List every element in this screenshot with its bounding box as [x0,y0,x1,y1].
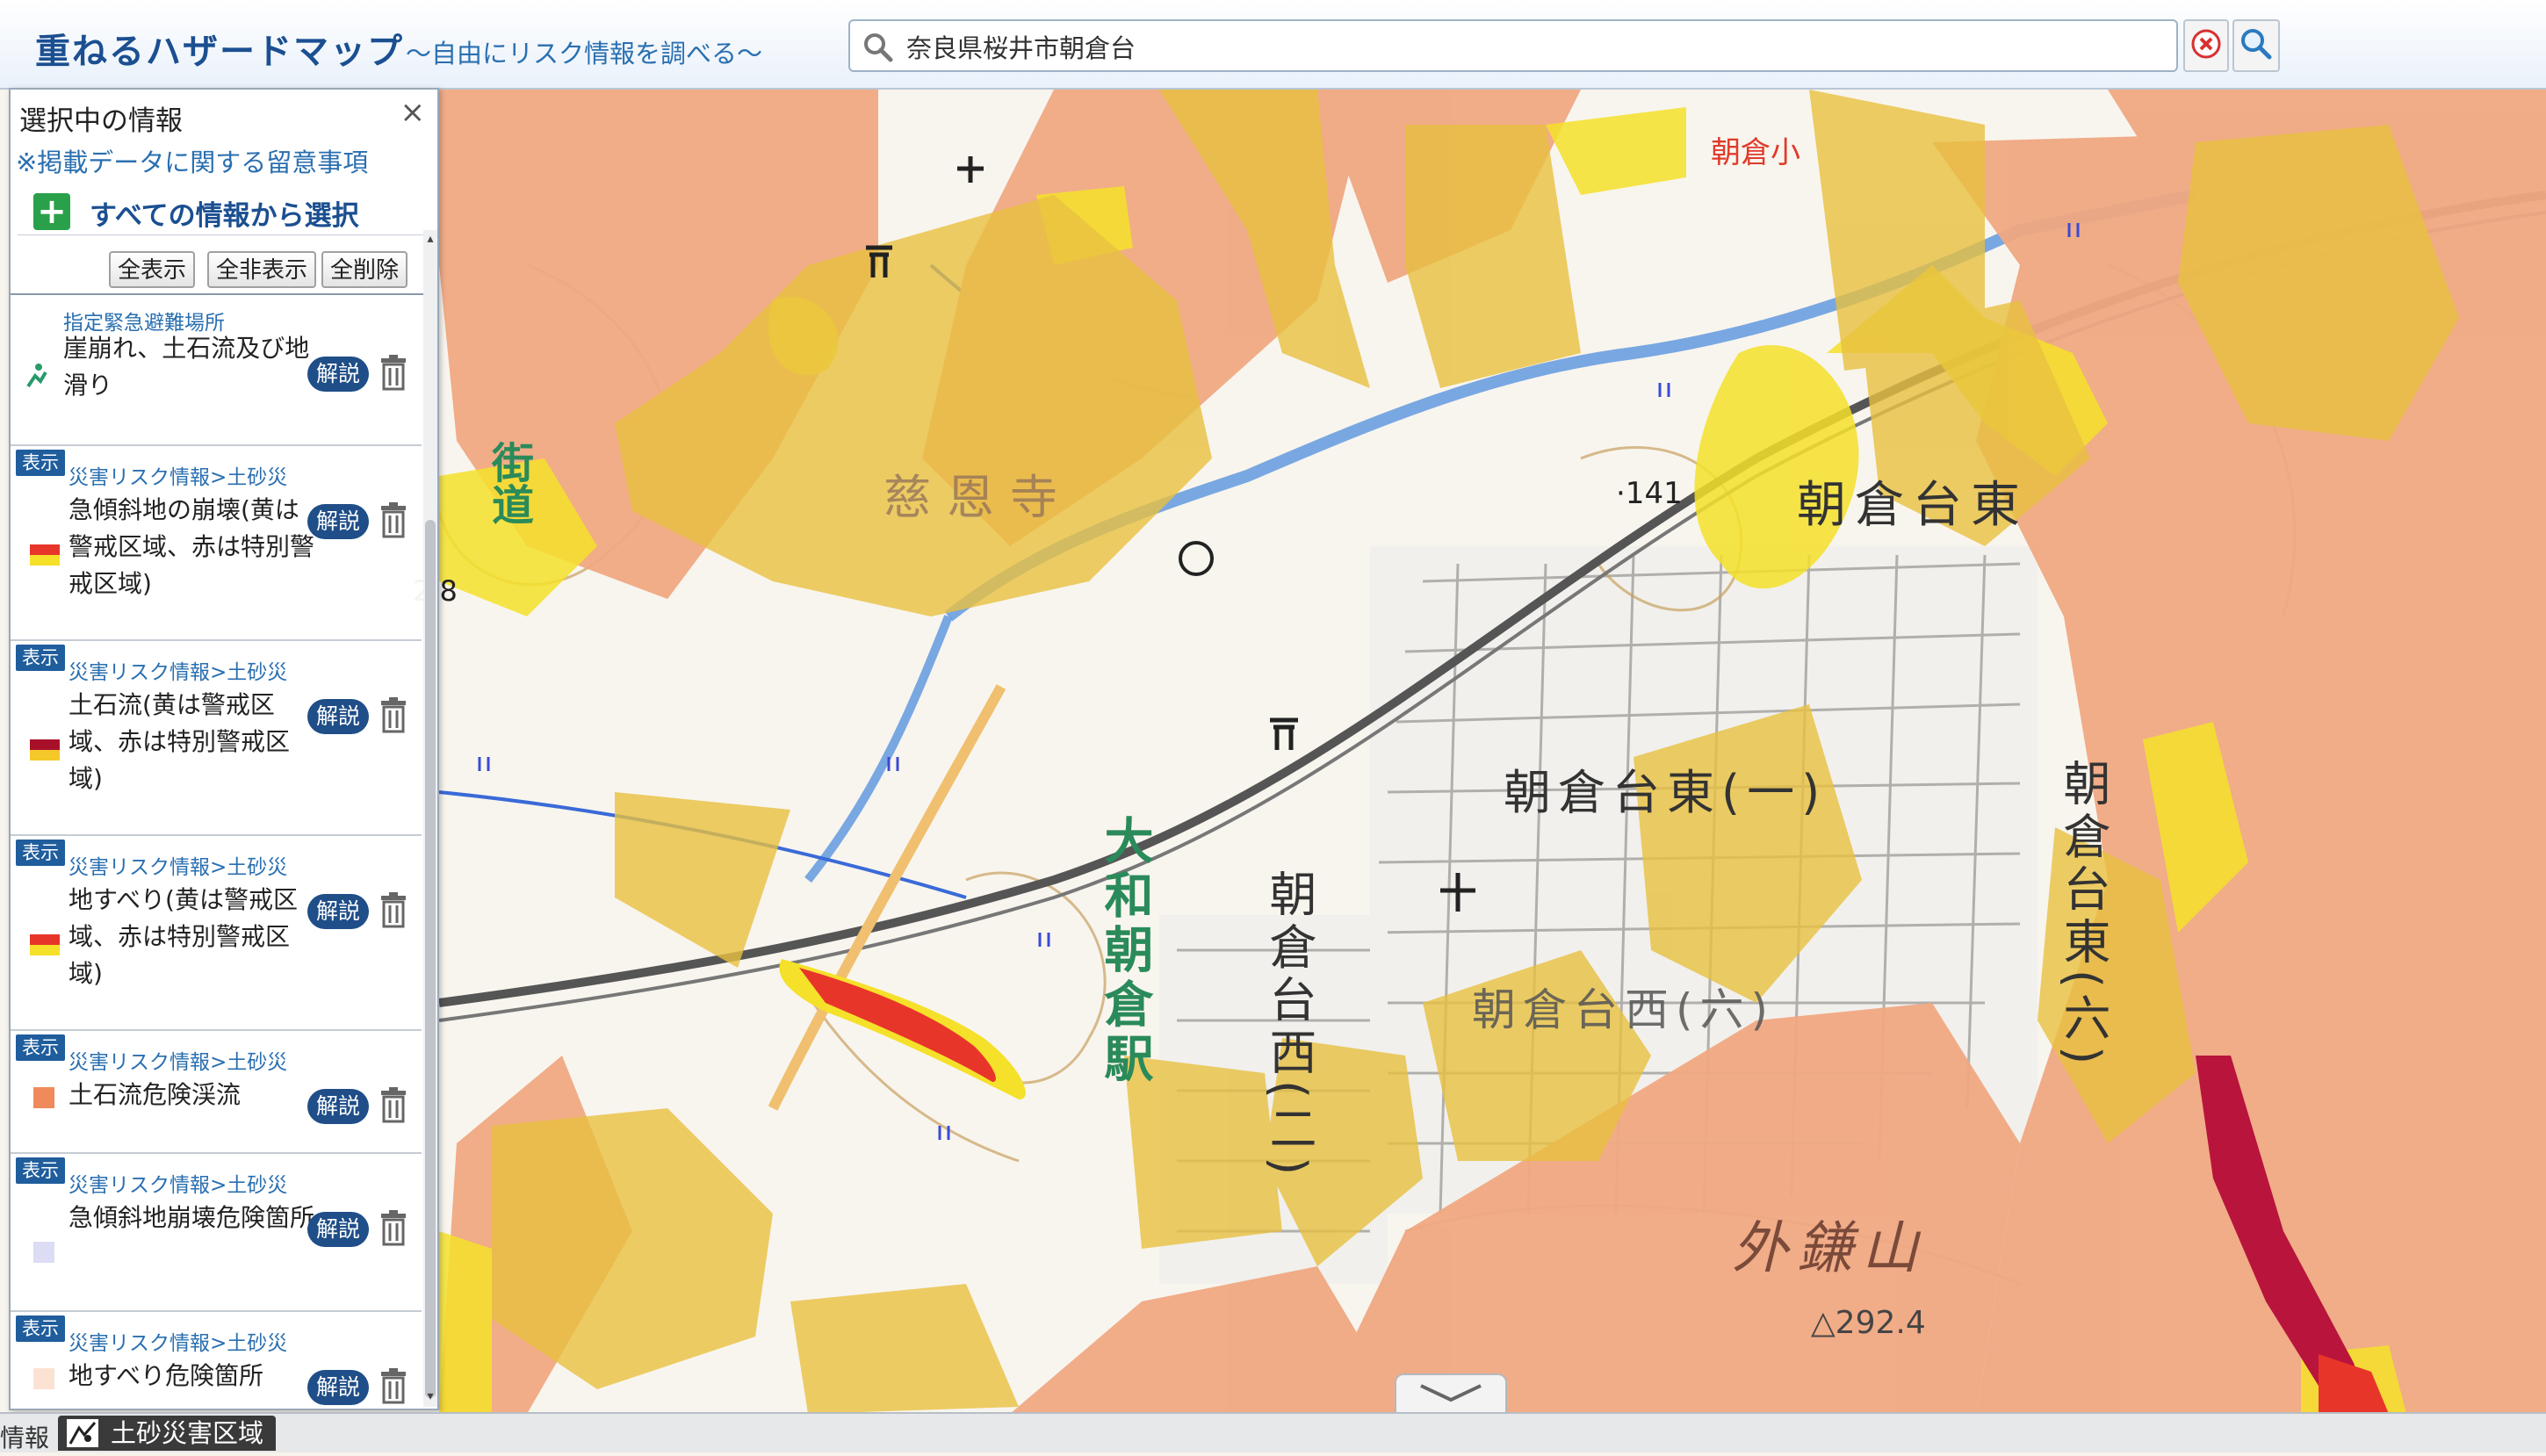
layer-category: 災害リスク情報>土砂災 [69,1332,288,1355]
trash-icon[interactable] [376,696,411,734]
panel-close-button[interactable]: × [400,95,426,130]
orange-legend [33,1087,54,1108]
explain-button[interactable]: 解説 [307,894,369,929]
map-label-temple: 慈恩寺 [884,470,1073,525]
display-badge[interactable]: 表示 [16,1315,65,1342]
display-badge[interactable]: 表示 [16,645,65,671]
layer-category: 災害リスク情報>土砂災 [69,1051,288,1074]
layer-item-steep-slope[interactable]: 表示 災害リスク情報>土砂災 急傾斜地の崩壊(黄は警戒区域、赤は特別警戒区域) … [11,446,422,641]
layer-item-debris-stream[interactable]: 表示 災害リスク情報>土砂災 土石流危険渓流 解説 [11,1031,422,1154]
scroll-thumb[interactable] [425,520,436,1398]
map-label-school: 朝倉小 [1711,135,1800,170]
collapse-handle[interactable] [1395,1373,1507,1414]
clear-icon [2191,29,2221,62]
scroll-down-icon[interactable]: ▾ [425,1389,436,1403]
trash-icon[interactable] [376,1366,411,1405]
map-label-road: 街道 [484,441,533,525]
panel-title: 選択中の情報 [19,105,183,137]
layer-category: 災害リスク情報>土砂災 [69,661,288,684]
display-badge[interactable]: 表示 [16,1157,65,1184]
selected-info-panel: 選択中の情報 × ※掲載データに関する留意事項 + すべての情報から選択 全表示… [9,88,439,1410]
yellow-red-legend [30,544,60,566]
explain-button[interactable]: 解説 [307,504,369,539]
layer-item-landslide[interactable]: 表示 災害リスク情報>土砂災 地すべり(黄は警戒区域、赤は特別警戒区域) 解説 [11,836,422,1031]
layer-name: 地すべり危険箇所 [69,1361,264,1390]
select-all-info-button[interactable]: + すべての情報から選択 [18,184,423,235]
layer-name: 土石流(黄は警戒区域、赤は特別警戒区域) [69,690,291,793]
search-button[interactable] [2232,19,2280,72]
display-badge[interactable]: 表示 [16,450,65,476]
divider [11,293,437,295]
delete-all-button[interactable]: 全削除 [321,251,408,288]
bottom-bar: 情報 土砂災害区域 [0,1412,2546,1452]
map-label-elevation-292: △292.4 [1811,1305,1926,1341]
show-all-button[interactable]: 全表示 [109,251,196,288]
layer-name: 急傾斜地崩壊危険箇所 [69,1203,315,1232]
layer-category: 災害リスク情報>土砂災 [69,466,288,489]
trash-icon[interactable] [376,890,411,929]
peach-legend [33,1368,54,1389]
display-badge[interactable]: 表示 [16,840,65,866]
trash-icon[interactable] [376,1208,411,1247]
map-label-west-2: 朝倉台西(二) [1261,869,1316,1181]
trash-icon[interactable] [376,1085,411,1124]
trash-icon[interactable] [376,353,411,392]
explain-button[interactable]: 解説 [307,699,369,734]
layer-name: 崖崩れ、土石流及び地滑り [63,334,310,400]
map-label-station: 大和朝倉駅 [1096,815,1153,1087]
panel-scrollbar[interactable]: ▴ ▾ [423,230,437,1407]
search-box[interactable] [848,19,2178,72]
explain-button[interactable]: 解説 [307,1212,369,1247]
explain-button[interactable]: 解説 [307,357,369,392]
app-header: 重ねるハザードマップ 〜自由にリスク情報を調べる〜 [0,0,2546,90]
hide-all-button[interactable]: 全非表示 [207,251,317,288]
plus-icon: + [33,193,70,230]
map-label-east-6: 朝倉台東(六) [2055,759,2110,1070]
scroll-up-icon[interactable]: ▴ [425,232,436,246]
layer-item-shelter[interactable]: 指定緊急避難場所 崖崩れ、土石流及び地滑り 解説 [11,297,422,446]
search-icon [2239,27,2273,64]
map-label-east-town: 朝倉台東 [1797,477,2029,534]
tab-sediment-disaster[interactable]: 土砂災害区域 [58,1416,277,1451]
search-icon [862,32,894,67]
display-badge[interactable]: 表示 [16,1034,65,1061]
yellow-red-legend [30,739,60,760]
search-input[interactable] [905,26,2138,67]
chevron-down-icon [1416,1380,1486,1409]
shelter-icon [23,360,53,388]
app-title: 重ねるハザードマップ [35,32,404,72]
layer-name: 土石流危険渓流 [69,1080,242,1109]
layer-list: 指定緊急避難場所 崖崩れ、土石流及び地滑り 解説 表示 災害リスク情報>土砂災 … [11,297,422,1405]
explain-button[interactable]: 解説 [307,1089,369,1124]
app-subtitle: 〜自由にリスク情報を調べる〜 [406,39,763,68]
layer-name: 地すべり(黄は警戒区域、赤は特別警戒区域) [69,885,298,988]
explain-button[interactable]: 解説 [307,1370,369,1405]
lavender-legend [33,1242,54,1263]
layer-item-steep-collapse[interactable]: 表示 災害リスク情報>土砂災 急傾斜地崩壊危険箇所 解説 [11,1154,422,1312]
layer-name: 急傾斜地の崩壊(黄は警戒区域、赤は特別警戒区域) [69,495,315,598]
tab-info[interactable]: 情報 [0,1419,49,1454]
layer-item-debris-flow[interactable]: 表示 災害リスク情報>土砂災 土石流(黄は警戒区域、赤は特別警戒区域) 解説 [11,641,422,836]
map-label-east-1: 朝倉台東(一) [1504,765,1828,820]
yellow-red-legend [30,934,60,955]
layer-item-landslide-spot[interactable]: 表示 災害リスク情報>土砂災 地すべり危険箇所 解説 [11,1312,422,1405]
clear-search-button[interactable] [2183,19,2229,72]
map-label-west-6: 朝倉台西(六) [1472,984,1776,1035]
tab-sediment-label: 土砂災害区域 [111,1418,264,1448]
trash-icon[interactable] [376,501,411,539]
data-notice-link[interactable]: ※掲載データに関する留意事項 [16,142,368,179]
map-label-mountain: 外鎌山 [1732,1216,1927,1281]
layer-category: 災害リスク情報>土砂災 [69,856,288,879]
layer-category: 災害リスク情報>土砂災 [69,1174,288,1197]
map-label-elevation-141: ·141 [1616,476,1683,511]
select-all-info-label: すべての情報から選択 [90,200,359,232]
